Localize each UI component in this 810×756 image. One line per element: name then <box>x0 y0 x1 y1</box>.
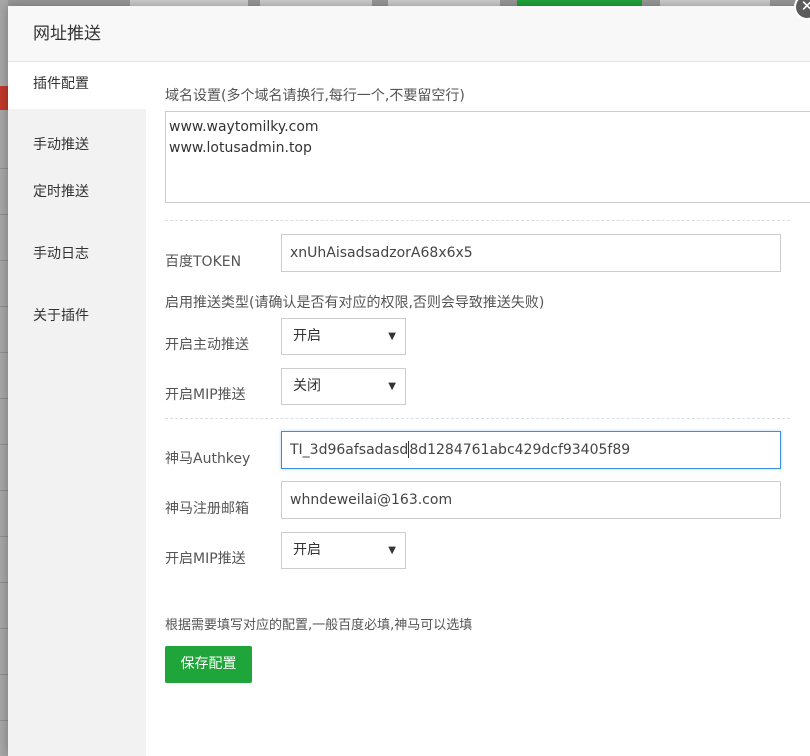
sidebar-item-label: 手动推送 <box>33 137 89 153</box>
plugin-config-panel: 域名设置(多个域名请换行,每行一个,不要留空行) www.waytomilky.… <box>165 63 810 756</box>
baidu-token-input[interactable]: xnUhAisadsadzorA68x6x5 <box>281 234 781 272</box>
background-row-line <box>0 674 8 675</box>
background-row-line <box>0 168 8 169</box>
mip-push-value: 关闭 <box>293 378 321 394</box>
background-row-line <box>0 260 8 261</box>
shenma-authkey-input[interactable]: TI_3d96afsadasd8d1284761abc429dcf93405f8… <box>281 431 781 469</box>
sidebar-item-label: 关于插件 <box>33 308 89 324</box>
sidebar-item-manual-push[interactable]: 手动推送 <box>8 109 146 171</box>
section-divider <box>165 220 790 221</box>
shenma-email-label: 神马注册邮箱 <box>165 501 249 517</box>
shenma-authkey-label: 神马Authkey <box>165 451 251 467</box>
shenma-mip-push-select[interactable]: 开启 ▼ <box>281 532 406 569</box>
mip-push-label: 开启MIP推送 <box>165 387 246 403</box>
shenma-mip-push-value: 开启 <box>293 542 321 558</box>
section-divider <box>165 418 790 419</box>
sidebar-item-about-plugin[interactable]: 关于插件 <box>8 295 146 357</box>
background-row-line <box>0 628 8 629</box>
config-hint-note: 根据需要填写对应的配置,一般百度必填,神马可以选填 <box>165 618 473 633</box>
domain-textarea[interactable]: www.waytomilky.com www.lotusadmin.top <box>165 111 810 203</box>
dialog-title: 网址推送 <box>8 6 810 62</box>
sidebar-item-label: 定时推送 <box>33 184 89 200</box>
background-row-line <box>0 352 8 353</box>
background-row-line <box>0 444 8 445</box>
sidebar-item-label: 插件配置 <box>33 76 89 92</box>
url-push-dialog: 网址推送 ✕ 插件配置 手动推送 定时推送 手动日志 关于插件 域名设置(多个域… <box>8 0 810 756</box>
baidu-token-label: 百度TOKEN <box>165 254 242 270</box>
background-row-line <box>0 306 8 307</box>
push-type-label: 启用推送类型(请确认是否有对应的权限,否则会导致推送失败) <box>165 295 545 311</box>
shenma-email-input[interactable]: whndeweilai@163.com <box>281 481 781 519</box>
background-left-strip <box>0 0 8 756</box>
background-row-line <box>0 398 8 399</box>
background-row-line <box>0 214 8 215</box>
sidebar-item-plugin-config[interactable]: 插件配置 <box>8 63 146 109</box>
sidebar-item-scheduled-push[interactable]: 定时推送 <box>8 171 146 233</box>
mip-push-select[interactable]: 关闭 ▼ <box>281 368 406 405</box>
background-row-line <box>0 490 8 491</box>
sidebar-item-label: 手动日志 <box>33 246 89 262</box>
active-push-value: 开启 <box>293 328 321 344</box>
shenma-mip-push-label: 开启MIP推送 <box>165 551 246 567</box>
chevron-down-icon: ▼ <box>388 331 396 342</box>
shenma-authkey-text-after: 8d1284761abc429dcf93405f89 <box>409 442 631 458</box>
save-config-button[interactable]: 保存配置 <box>165 646 252 683</box>
sidebar: 插件配置 手动推送 定时推送 手动日志 关于插件 <box>8 63 146 756</box>
background-row-line <box>0 720 8 721</box>
active-push-label: 开启主动推送 <box>165 337 249 353</box>
chevron-down-icon: ▼ <box>388 545 396 556</box>
domain-settings-label: 域名设置(多个域名请换行,每行一个,不要留空行) <box>165 88 465 104</box>
active-push-select[interactable]: 开启 ▼ <box>281 318 406 355</box>
background-row-line <box>0 582 8 583</box>
sidebar-item-manual-log[interactable]: 手动日志 <box>8 233 146 295</box>
background-highlight <box>0 86 8 110</box>
chevron-down-icon: ▼ <box>388 381 396 392</box>
shenma-authkey-text-before: TI_3d96afsadasd <box>290 442 409 458</box>
background-row-line <box>0 536 8 537</box>
